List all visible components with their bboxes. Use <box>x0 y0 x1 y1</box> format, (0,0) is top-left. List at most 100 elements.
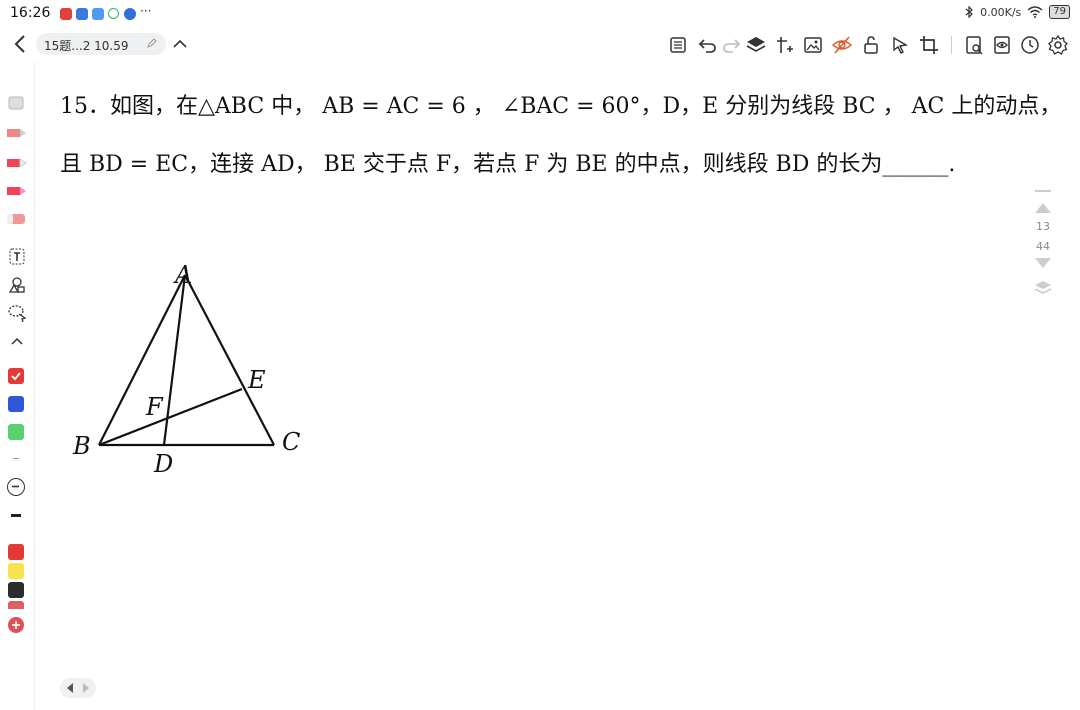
color-swatch-red-2[interactable] <box>8 544 24 560</box>
page-indicator-divider <box>1035 190 1051 192</box>
color-swatch-black[interactable] <box>8 582 24 598</box>
outline-icon <box>670 37 686 53</box>
toolbar-divider <box>951 36 952 54</box>
undo-button[interactable] <box>697 34 719 56</box>
page-up-icon[interactable] <box>1033 200 1053 214</box>
marker-icon <box>7 187 26 195</box>
minus-icon <box>12 485 19 488</box>
segment-AC <box>184 274 275 446</box>
document-tab[interactable]: 15题...2 10.59 <box>36 33 166 55</box>
status-bar: 16:26 ··· 0.00K/s 79 <box>0 0 1080 28</box>
clock: 16:26 <box>10 5 51 21</box>
hide-button[interactable] <box>831 34 853 56</box>
label-C: C <box>282 428 300 456</box>
eraser-icon <box>8 96 24 110</box>
label-B: B <box>72 432 91 460</box>
left-tool-rail <box>0 62 35 710</box>
settings-button[interactable] <box>1047 34 1069 56</box>
add-color-button[interactable] <box>8 617 24 633</box>
shapes-icon <box>8 277 25 293</box>
color-swatch-yellow[interactable] <box>8 563 24 579</box>
label-A: A <box>173 261 192 289</box>
view-icon <box>994 36 1010 54</box>
color-swatch-green[interactable] <box>8 424 24 440</box>
label-D: D <box>153 450 173 478</box>
segment-AB <box>98 274 186 446</box>
current-page: 13 <box>1036 220 1050 233</box>
label-F: F <box>145 393 164 421</box>
next-page-icon[interactable] <box>81 682 91 694</box>
color-swatch-red[interactable] <box>8 368 24 384</box>
image-icon <box>804 37 822 53</box>
document-title: 15题...2 10.59 <box>44 39 129 53</box>
prev-page-icon[interactable] <box>65 682 75 694</box>
settings-icon <box>1048 34 1068 55</box>
lock-icon <box>864 36 878 54</box>
pointer-icon <box>893 36 909 54</box>
stroke-size-selector[interactable] <box>7 478 25 496</box>
lasso-tool[interactable] <box>7 304 27 323</box>
page-down-icon[interactable] <box>1033 257 1053 271</box>
bluetooth-icon <box>965 6 973 18</box>
collapse-toolbar-button[interactable] <box>170 34 190 54</box>
history-icon <box>1021 36 1039 54</box>
notification-icon <box>108 8 119 19</box>
layers-button[interactable] <box>745 34 767 56</box>
highlighter-tool[interactable] <box>7 210 27 228</box>
color-swatch-pink[interactable] <box>8 601 24 609</box>
collapse-tools-button[interactable] <box>7 332 27 350</box>
search-doc-icon <box>966 36 983 55</box>
view-button[interactable] <box>991 34 1013 56</box>
pen-icon <box>7 129 26 137</box>
check-icon <box>11 372 21 381</box>
back-button[interactable] <box>10 32 32 56</box>
total-pages: 44 <box>1036 240 1050 253</box>
marker-tool[interactable] <box>7 182 27 200</box>
layers-icon[interactable] <box>1033 278 1053 298</box>
triangle-figure: A B C D E F <box>72 261 300 478</box>
redo-button[interactable] <box>720 34 742 56</box>
outline-button[interactable] <box>667 34 689 56</box>
thick-stroke-size[interactable] <box>11 514 21 517</box>
insert-icon <box>777 37 793 53</box>
label-E: E <box>247 366 266 394</box>
color-swatch-blue[interactable] <box>8 396 24 412</box>
redo-icon <box>723 39 741 53</box>
edit-icon[interactable] <box>146 37 158 49</box>
chevron-up-icon <box>173 39 187 48</box>
insert-button[interactable] <box>773 34 795 56</box>
history-button[interactable] <box>1019 34 1041 56</box>
page-indicator: 13 44 <box>1030 190 1056 305</box>
bottom-nav <box>60 678 96 698</box>
battery-icon: 79 <box>1049 5 1070 19</box>
notification-icon <box>60 8 72 20</box>
chevron-up-icon <box>11 337 23 345</box>
wifi-icon <box>1027 6 1043 18</box>
hide-icon <box>831 36 853 54</box>
problem-line-1: 15．如图，在△ABC 中， AB = AC = 6 ， ∠BAC = 60°，… <box>60 94 1062 119</box>
shapes-tool[interactable] <box>7 276 27 294</box>
crop-button[interactable] <box>918 34 940 56</box>
pencil-tool[interactable] <box>7 154 27 172</box>
text-icon <box>9 248 25 265</box>
pen-tool[interactable] <box>7 124 27 142</box>
text-tool[interactable] <box>7 248 27 266</box>
eraser-tool[interactable] <box>7 94 27 112</box>
image-button[interactable] <box>802 34 824 56</box>
pointer-button[interactable] <box>889 34 911 56</box>
more-notifications: ··· <box>140 4 152 18</box>
thin-stroke-size[interactable] <box>13 458 19 459</box>
pencil-icon <box>7 158 27 168</box>
crop-icon <box>920 36 938 54</box>
lock-button[interactable] <box>860 34 882 56</box>
note-canvas[interactable]: 15．如图，在△ABC 中， AB = AC = 6 ， ∠BAC = 60°，… <box>34 62 1080 710</box>
problem-line-2: 且 BD = EC，连接 AD， BE 交于点 F，若点 F 为 BE 的中点，… <box>60 152 956 177</box>
search-doc-button[interactable] <box>963 34 985 56</box>
highlighter-icon <box>7 214 25 224</box>
notification-icon <box>124 8 136 20</box>
top-toolbar: 15题...2 10.59 <box>0 28 1080 62</box>
notification-icon <box>76 8 88 20</box>
chevron-left-icon <box>14 35 25 53</box>
segment-AD <box>162 274 187 446</box>
layers-icon <box>746 37 766 52</box>
